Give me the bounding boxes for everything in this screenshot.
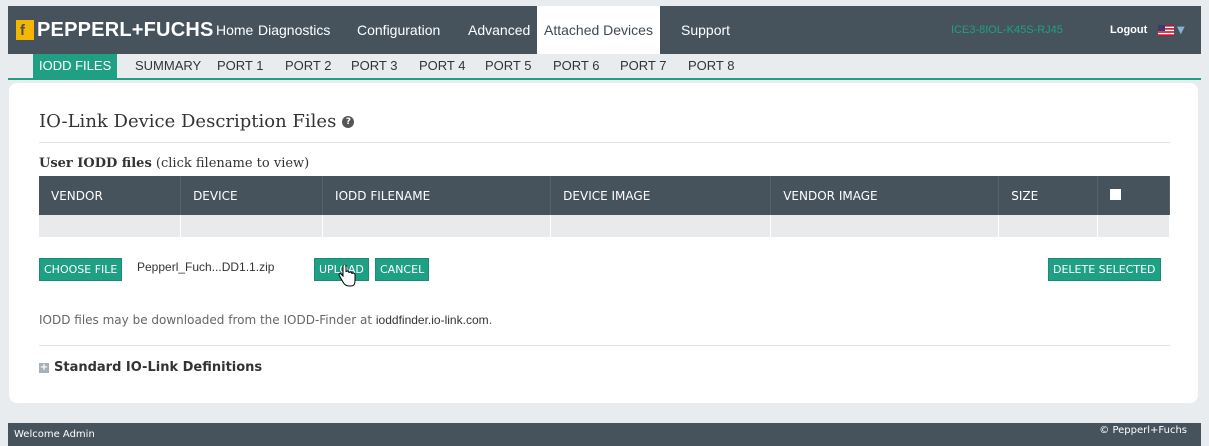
nav-home[interactable]: Home (216, 6, 253, 54)
main-panel: IO-Link Device Description Files? User I… (9, 83, 1198, 403)
brand[interactable]: f PEPPERL+FUCHS (16, 18, 214, 42)
col-vendor-image[interactable]: VENDOR IMAGE (770, 176, 1000, 215)
cancel-button[interactable]: CANCEL (375, 258, 430, 281)
chevron-down-icon: ▼ (1177, 24, 1185, 36)
subnav-port-6[interactable]: PORT 6 (553, 54, 599, 78)
standard-definitions-toggle[interactable]: + Standard IO-Link Definitions (39, 360, 262, 375)
info-text: IODD files may be downloaded from the IO… (39, 313, 373, 327)
section-label: User IODD files (click filename to view) (39, 156, 309, 171)
expand-plus-icon: + (39, 361, 49, 373)
col-iodd-filename[interactable]: IODD FILENAME (322, 176, 552, 215)
nav-support[interactable]: Support (681, 6, 730, 54)
svg-text:f: f (20, 22, 26, 38)
hand-cursor-icon (338, 265, 356, 287)
choose-file-button[interactable]: CHOOSE FILE (39, 258, 123, 281)
col-select-all[interactable] (1097, 176, 1171, 215)
brand-name: PEPPERL+FUCHS (37, 18, 214, 41)
nav-diagnostics[interactable]: Diagnostics (258, 6, 330, 54)
divider (39, 142, 1170, 143)
subnav-port-8[interactable]: PORT 8 (688, 54, 734, 78)
device-name: ICE3-8IOL-K45S-RJ45 (951, 24, 1063, 36)
info-suffix: . (488, 313, 493, 327)
col-vendor[interactable]: VENDOR (39, 176, 182, 215)
welcome-text: Welcome Admin (14, 429, 95, 440)
subnav-port-3[interactable]: PORT 3 (351, 54, 397, 78)
col-size[interactable]: SIZE (998, 176, 1098, 215)
selected-file-name: Pepperl_Fuch...DD1.1.zip (137, 260, 275, 274)
subnav-port-2[interactable]: PORT 2 (285, 54, 331, 78)
table-row-empty (39, 215, 1171, 237)
section-hint: (click filename to view) (155, 156, 310, 171)
sub-navigation: IODD FILES SUMMARY PORT 1 PORT 2 PORT 3 … (8, 54, 1201, 80)
standard-definitions-label: Standard IO-Link Definitions (54, 360, 263, 375)
subnav-port-7[interactable]: PORT 7 (620, 54, 666, 78)
help-icon[interactable]: ? (342, 116, 355, 128)
logout-link[interactable]: Logout (1110, 6, 1147, 54)
col-device[interactable]: DEVICE (180, 176, 324, 215)
nav-advanced[interactable]: Advanced (468, 6, 530, 54)
iodd-table: VENDOR DEVICE IODD FILENAME DEVICE IMAGE… (39, 176, 1171, 237)
divider (39, 345, 1170, 346)
nav-attached-devices[interactable]: Attached Devices (537, 6, 660, 54)
us-flag-icon (1158, 24, 1174, 36)
top-navigation-bar: f PEPPERL+FUCHS Home Diagnostics Configu… (8, 6, 1201, 54)
page-title: IO-Link Device Description Files? (39, 111, 355, 132)
footer: Welcome Admin © Pepperl+Fuchs (8, 423, 1201, 446)
delete-selected-button[interactable]: DELETE SELECTED (1048, 258, 1161, 281)
select-all-checkbox[interactable] (1109, 188, 1121, 200)
page-title-text: IO-Link Device Description Files (39, 111, 337, 132)
brand-logo-icon: f (16, 20, 34, 40)
subnav-port-1[interactable]: PORT 1 (217, 54, 263, 78)
col-device-image[interactable]: DEVICE IMAGE (550, 176, 772, 215)
subnav-port-5[interactable]: PORT 5 (485, 54, 531, 78)
copyright-text: © Pepperl+Fuchs (1099, 425, 1187, 436)
ioddfinder-link[interactable]: ioddfinder.io-link.com (376, 313, 489, 327)
subnav-port-4[interactable]: PORT 4 (419, 54, 465, 78)
language-selector[interactable]: ▼ (1158, 21, 1185, 39)
table-header-row: VENDOR DEVICE IODD FILENAME DEVICE IMAGE… (39, 176, 1171, 215)
subnav-iodd-files[interactable]: IODD FILES (33, 54, 118, 78)
nav-configuration[interactable]: Configuration (357, 6, 440, 54)
subnav-summary[interactable]: SUMMARY (135, 54, 201, 78)
section-title: User IODD files (39, 156, 152, 171)
info-line: IODD files may be downloaded from the IO… (39, 313, 492, 327)
